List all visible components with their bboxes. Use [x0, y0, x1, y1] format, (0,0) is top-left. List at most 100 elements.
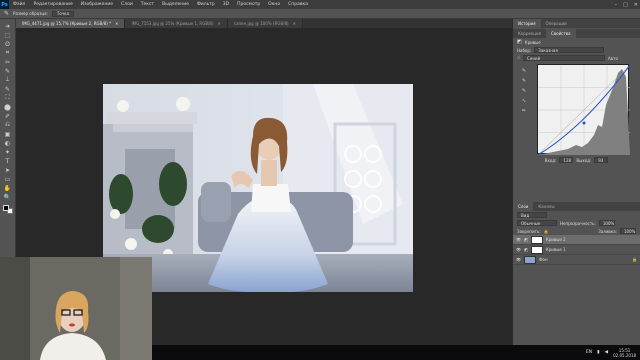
- curve-point-icon[interactable]: ∿: [521, 98, 527, 104]
- menu-3d[interactable]: 3D: [219, 2, 233, 7]
- layer-name: Кривые 2: [545, 237, 566, 242]
- lasso-tool-icon[interactable]: ʘ: [3, 40, 13, 48]
- maximize-icon[interactable]: □: [623, 2, 628, 8]
- curve-pencil-icon[interactable]: ✏: [521, 108, 527, 114]
- slice-tool-icon[interactable]: ✂: [3, 58, 13, 66]
- menu-window[interactable]: Окно: [264, 2, 284, 7]
- color-swatches[interactable]: [2, 205, 13, 214]
- marquee-tool-icon[interactable]: ⬚: [3, 31, 13, 39]
- hand-tool-icon[interactable]: ✋: [3, 184, 13, 192]
- healing-tool-icon[interactable]: ⟘: [3, 76, 13, 84]
- stamp-tool-icon[interactable]: ⛶: [3, 94, 13, 102]
- curves-title: Кривые: [524, 39, 541, 45]
- menu-image[interactable]: Изображение: [77, 2, 117, 7]
- layers-panel-tabs: Слои Каналы: [513, 202, 640, 211]
- channel-select[interactable]: Синий: [523, 55, 606, 61]
- tab-properties[interactable]: Свойства: [545, 29, 576, 38]
- volume-icon[interactable]: ◀: [605, 350, 608, 355]
- preset-row: Набор: Заказная: [513, 46, 640, 54]
- tab-history[interactable]: История: [513, 19, 541, 28]
- history-panel-tabs: История Операции: [513, 19, 640, 28]
- auto-button[interactable]: Авто: [608, 56, 618, 61]
- layer-name: Кривые 1: [545, 247, 566, 252]
- curves-area: ✎ ✎ ✎ ∿ ✏: [513, 64, 640, 156]
- type-tool-icon[interactable]: T: [3, 157, 13, 165]
- blend-mode-select[interactable]: Обычные: [517, 220, 557, 226]
- eyedropper-black-icon[interactable]: ✎: [521, 68, 527, 74]
- lock-icon[interactable]: 🔒: [544, 229, 549, 234]
- tab-actions[interactable]: Операции: [541, 19, 572, 28]
- menu-edit[interactable]: Редактирование: [29, 2, 76, 7]
- layer-row-background[interactable]: 👁 Фон 🔒: [513, 255, 640, 265]
- photoshop-logo-icon: Ps: [0, 0, 9, 9]
- preset-label: Набор:: [517, 47, 532, 53]
- right-panels: История Операции Коррекция Свойства ◩ Кр…: [513, 19, 640, 360]
- eyedropper-icon[interactable]: ✎: [4, 10, 9, 17]
- fill-field[interactable]: 100%: [620, 228, 636, 234]
- target-adjust-icon[interactable]: ☝: [517, 55, 520, 61]
- layer-row-curves-2[interactable]: 👁 ◩ Кривые 2: [513, 235, 640, 245]
- dodge-tool-icon[interactable]: ◐: [3, 139, 13, 147]
- path-select-tool-icon[interactable]: ➤: [3, 166, 13, 174]
- output-field[interactable]: 93: [594, 157, 609, 163]
- minimize-icon[interactable]: –: [615, 2, 618, 8]
- layers-list: 👁 ◩ Кривые 2 👁 ◩ Кривые 1 👁 Фон 🔒: [513, 235, 640, 265]
- output-label: Выход:: [576, 157, 592, 163]
- tray-clock[interactable]: 15:51 02.05.2018: [613, 348, 636, 358]
- close-icon[interactable]: ✕: [634, 2, 638, 8]
- eyedropper-gray-icon[interactable]: ✎: [521, 78, 527, 84]
- adjustment-layer-icon: ◩: [524, 247, 528, 252]
- opacity-field[interactable]: 100%: [598, 220, 615, 226]
- curves-icon: ◩: [517, 39, 522, 45]
- tab-layers[interactable]: Слои: [513, 202, 534, 211]
- zoom-tool-icon[interactable]: 🔍: [3, 193, 13, 201]
- close-tab-icon[interactable]: ✕: [218, 21, 221, 26]
- webcam-overlay: [0, 257, 152, 360]
- move-tool-icon[interactable]: ➔: [3, 22, 13, 30]
- layer-row-curves-1[interactable]: 👁 ◩ Кривые 1: [513, 245, 640, 255]
- shape-tool-icon[interactable]: ▭: [3, 175, 13, 183]
- fill-label: Заливка:: [598, 228, 617, 234]
- clock-date: 02.05.2018: [613, 352, 636, 358]
- menu-bar: Ps Файл Редактирование Изображение Слои …: [0, 0, 640, 9]
- eye-icon[interactable]: 👁: [516, 247, 521, 252]
- menu-layer[interactable]: Слои: [117, 2, 137, 7]
- network-icon[interactable]: ▮: [597, 350, 599, 355]
- tab-channels[interactable]: Каналы: [533, 202, 559, 211]
- menu-filter[interactable]: Фильтр: [193, 2, 219, 7]
- blur-tool-icon[interactable]: ▣: [3, 130, 13, 138]
- input-label: Вход:: [544, 157, 557, 163]
- curves-side-tools: ✎ ✎ ✎ ∿ ✏: [521, 68, 527, 114]
- pen-tool-icon[interactable]: ✦: [3, 148, 13, 156]
- eyedropper-tool-icon[interactable]: ✎: [3, 67, 13, 75]
- menu-view[interactable]: Просмотр: [233, 2, 264, 7]
- eraser-tool-icon[interactable]: ✐: [3, 112, 13, 120]
- eyedropper-white-icon[interactable]: ✎: [521, 88, 527, 94]
- lock-icon: 🔒: [632, 257, 637, 262]
- menu-type[interactable]: Текст: [137, 2, 158, 7]
- tab-adjustments[interactable]: Коррекция: [513, 29, 546, 38]
- menu-file[interactable]: Файл: [9, 2, 29, 7]
- doc-tab-img7153[interactable]: IMG_7153.jpg @ 25% (Кривые 1, RGB/8) ✕: [125, 19, 228, 28]
- input-field[interactable]: 128: [559, 157, 574, 163]
- gradient-tool-icon[interactable]: ⎌: [3, 121, 13, 129]
- doc-tab-sapen[interactable]: сапен.jpg @ 100% (RGB/8) ✕: [227, 19, 303, 28]
- crop-tool-icon[interactable]: ⌗: [3, 49, 13, 57]
- eye-icon[interactable]: 👁: [516, 257, 521, 262]
- language-indicator[interactable]: EN: [586, 350, 592, 355]
- preset-select[interactable]: Заказная: [534, 47, 605, 53]
- channel-row: ☝ Синий Авто: [513, 54, 640, 62]
- history-brush-icon[interactable]: ⬤: [3, 103, 13, 111]
- eye-icon[interactable]: 👁: [516, 237, 521, 242]
- brush-tool-icon[interactable]: ✎: [3, 85, 13, 93]
- layer-kind-select[interactable]: Вид: [517, 212, 547, 218]
- close-tab-icon[interactable]: ✕: [115, 21, 118, 26]
- sample-size-select[interactable]: Точка: [51, 10, 74, 17]
- menu-help[interactable]: Справка: [284, 2, 312, 7]
- doc-tab-img4471[interactable]: IMG_4471.jpg @ 15,7% (Кривые 2, RGB/8) *…: [16, 19, 126, 28]
- menu-select[interactable]: Выделение: [158, 2, 193, 7]
- adjustment-layer-icon: ◩: [524, 237, 528, 242]
- curves-graph[interactable]: [537, 64, 631, 156]
- foreground-color-swatch[interactable]: [2, 205, 9, 211]
- close-tab-icon[interactable]: ✕: [293, 21, 296, 26]
